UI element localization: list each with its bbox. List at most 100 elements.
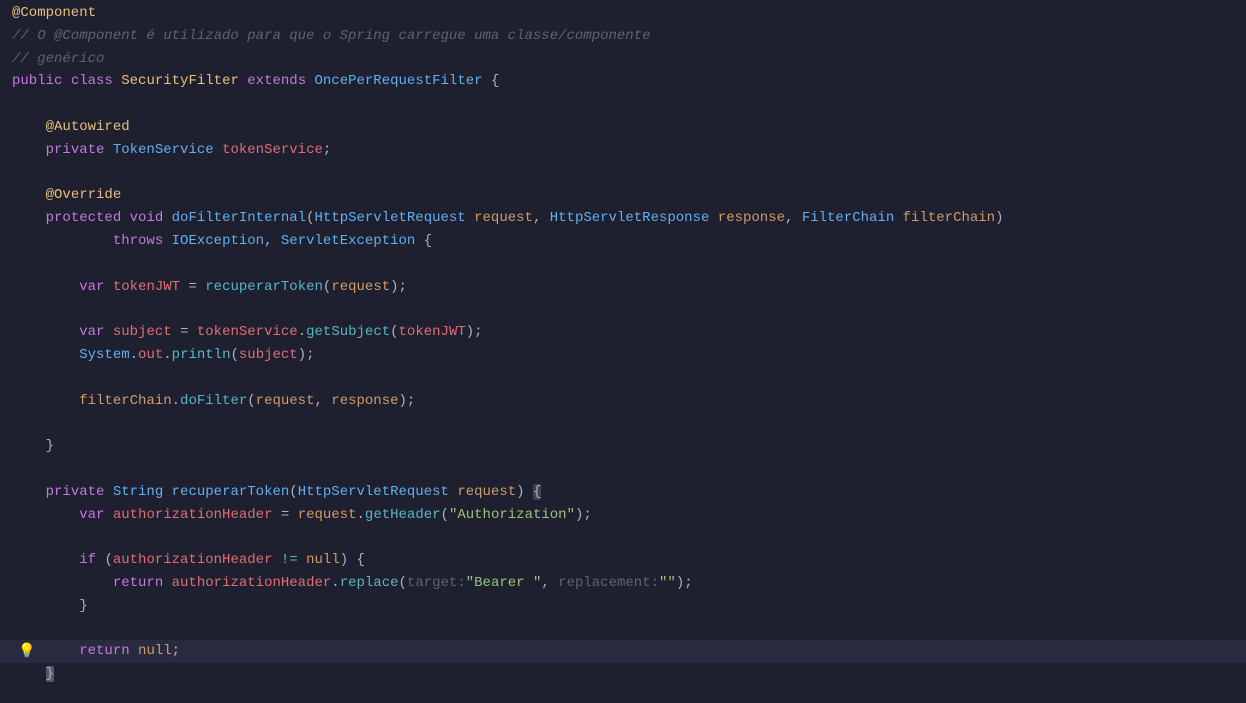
code-line[interactable]: private String recuperarToken(HttpServle…: [0, 481, 1246, 504]
code-line[interactable]: }: [0, 435, 1246, 458]
lightbulb-icon[interactable]: 💡: [18, 641, 35, 663]
field-token: out: [138, 347, 163, 363]
code-line[interactable]: [0, 93, 1246, 116]
method-token: recuperarToken: [172, 484, 290, 500]
code-line[interactable]: [0, 367, 1246, 390]
code-line[interactable]: // O @Component é utilizado para que o S…: [0, 25, 1246, 48]
code-line[interactable]: [0, 526, 1246, 549]
code-line[interactable]: var subject = tokenService.getSubject(to…: [0, 321, 1246, 344]
code-line[interactable]: [0, 253, 1246, 276]
code-line[interactable]: private TokenService tokenService;: [0, 139, 1246, 162]
keyword-token: var: [79, 279, 104, 295]
punct-token: .: [298, 324, 306, 340]
keyword-token: if: [79, 552, 96, 568]
type-token: HttpServletRequest: [298, 484, 449, 500]
type-token: OncePerRequestFilter: [315, 73, 483, 89]
punct-token: );: [575, 507, 592, 523]
code-line[interactable]: var authorizationHeader = request.getHea…: [0, 504, 1246, 527]
punct-token: (: [390, 324, 398, 340]
punct-token: ,: [264, 233, 281, 249]
method-call-token: recuperarToken: [205, 279, 323, 295]
comment-token: // genérico: [12, 51, 104, 67]
code-line[interactable]: throws IOException, ServletException {: [0, 230, 1246, 253]
code-line[interactable]: }: [0, 663, 1246, 686]
punct-token: ,: [314, 393, 331, 409]
keyword-token: public: [12, 73, 62, 89]
punct-token: .: [172, 393, 180, 409]
keyword-token: private: [46, 484, 105, 500]
punct-token: ,: [533, 210, 550, 226]
code-line[interactable]: [0, 162, 1246, 185]
code-line[interactable]: filterChain.doFilter(request, response);: [0, 390, 1246, 413]
op-token: =: [281, 507, 289, 523]
code-line[interactable]: }: [0, 595, 1246, 618]
param-token: request: [474, 210, 533, 226]
annotation-token: @Component: [12, 5, 96, 21]
code-line[interactable]: [0, 458, 1246, 481]
brace-token: {: [424, 233, 432, 249]
code-line[interactable]: [0, 618, 1246, 641]
code-line[interactable]: public class SecurityFilter extends Once…: [0, 70, 1246, 93]
string-token: "": [659, 575, 676, 591]
code-line[interactable]: protected void doFilterInternal(HttpServ…: [0, 207, 1246, 230]
keyword-token: protected: [46, 210, 122, 226]
null-token: null: [138, 643, 172, 659]
punct-token: .: [163, 347, 171, 363]
punct-token: ,: [785, 210, 802, 226]
keyword-token: var: [79, 324, 104, 340]
brace-highlight-token: }: [46, 666, 54, 682]
field-token: tokenService: [222, 142, 323, 158]
punct-token: (: [104, 552, 112, 568]
var-token: subject: [113, 324, 172, 340]
code-line[interactable]: @Component: [0, 2, 1246, 25]
punct-token: (: [441, 507, 449, 523]
punct-token: .: [130, 347, 138, 363]
punct-token: );: [466, 324, 483, 340]
method-call-token: println: [172, 347, 231, 363]
code-line[interactable]: [0, 412, 1246, 435]
code-editor[interactable]: @Component // O @Component é utilizado p…: [0, 0, 1246, 686]
punct-token: );: [399, 393, 416, 409]
arg-token: subject: [239, 347, 298, 363]
code-line[interactable]: return authorizationHeader.replace(targe…: [0, 572, 1246, 595]
param-token: filterChain: [903, 210, 995, 226]
brace-token: {: [357, 552, 365, 568]
code-line[interactable]: System.out.println(subject);: [0, 344, 1246, 367]
type-token: FilterChain: [802, 210, 894, 226]
annotation-token: @Autowired: [46, 119, 130, 135]
code-line[interactable]: @Override: [0, 184, 1246, 207]
keyword-token: class: [71, 73, 113, 89]
brace-highlight-token: {: [533, 484, 541, 500]
method-call-token: replace: [340, 575, 399, 591]
op-token: =: [188, 279, 196, 295]
code-line[interactable]: if (authorizationHeader != null) {: [0, 549, 1246, 572]
punct-token: .: [331, 575, 339, 591]
keyword-token: return: [79, 643, 129, 659]
var-token: authorizationHeader: [172, 575, 332, 591]
type-token: HttpServletRequest: [314, 210, 465, 226]
keyword-token: var: [79, 507, 104, 523]
inlay-hint-token: replacement:: [558, 575, 659, 591]
op-token: !=: [281, 552, 298, 568]
punct-token: ;: [172, 643, 180, 659]
punct-token: (: [247, 393, 255, 409]
code-line[interactable]: var tokenJWT = recuperarToken(request);: [0, 276, 1246, 299]
keyword-token: void: [130, 210, 164, 226]
type-token: IOException: [172, 233, 264, 249]
method-call-token: getHeader: [365, 507, 441, 523]
punct-token: ;: [323, 142, 331, 158]
code-line[interactable]: [0, 298, 1246, 321]
method-token: doFilterInternal: [172, 210, 306, 226]
code-line[interactable]: @Autowired: [0, 116, 1246, 139]
punct-token: );: [390, 279, 407, 295]
code-line[interactable]: // genérico: [0, 48, 1246, 71]
annotation-token: @Override: [46, 187, 122, 203]
keyword-token: return: [113, 575, 163, 591]
op-token: =: [180, 324, 188, 340]
arg-token: response: [331, 393, 398, 409]
method-call-token: doFilter: [180, 393, 247, 409]
arg-token: request: [331, 279, 390, 295]
code-line-current[interactable]: 💡 return null;: [0, 640, 1246, 663]
punct-token: ,: [541, 575, 558, 591]
string-token: "Authorization": [449, 507, 575, 523]
